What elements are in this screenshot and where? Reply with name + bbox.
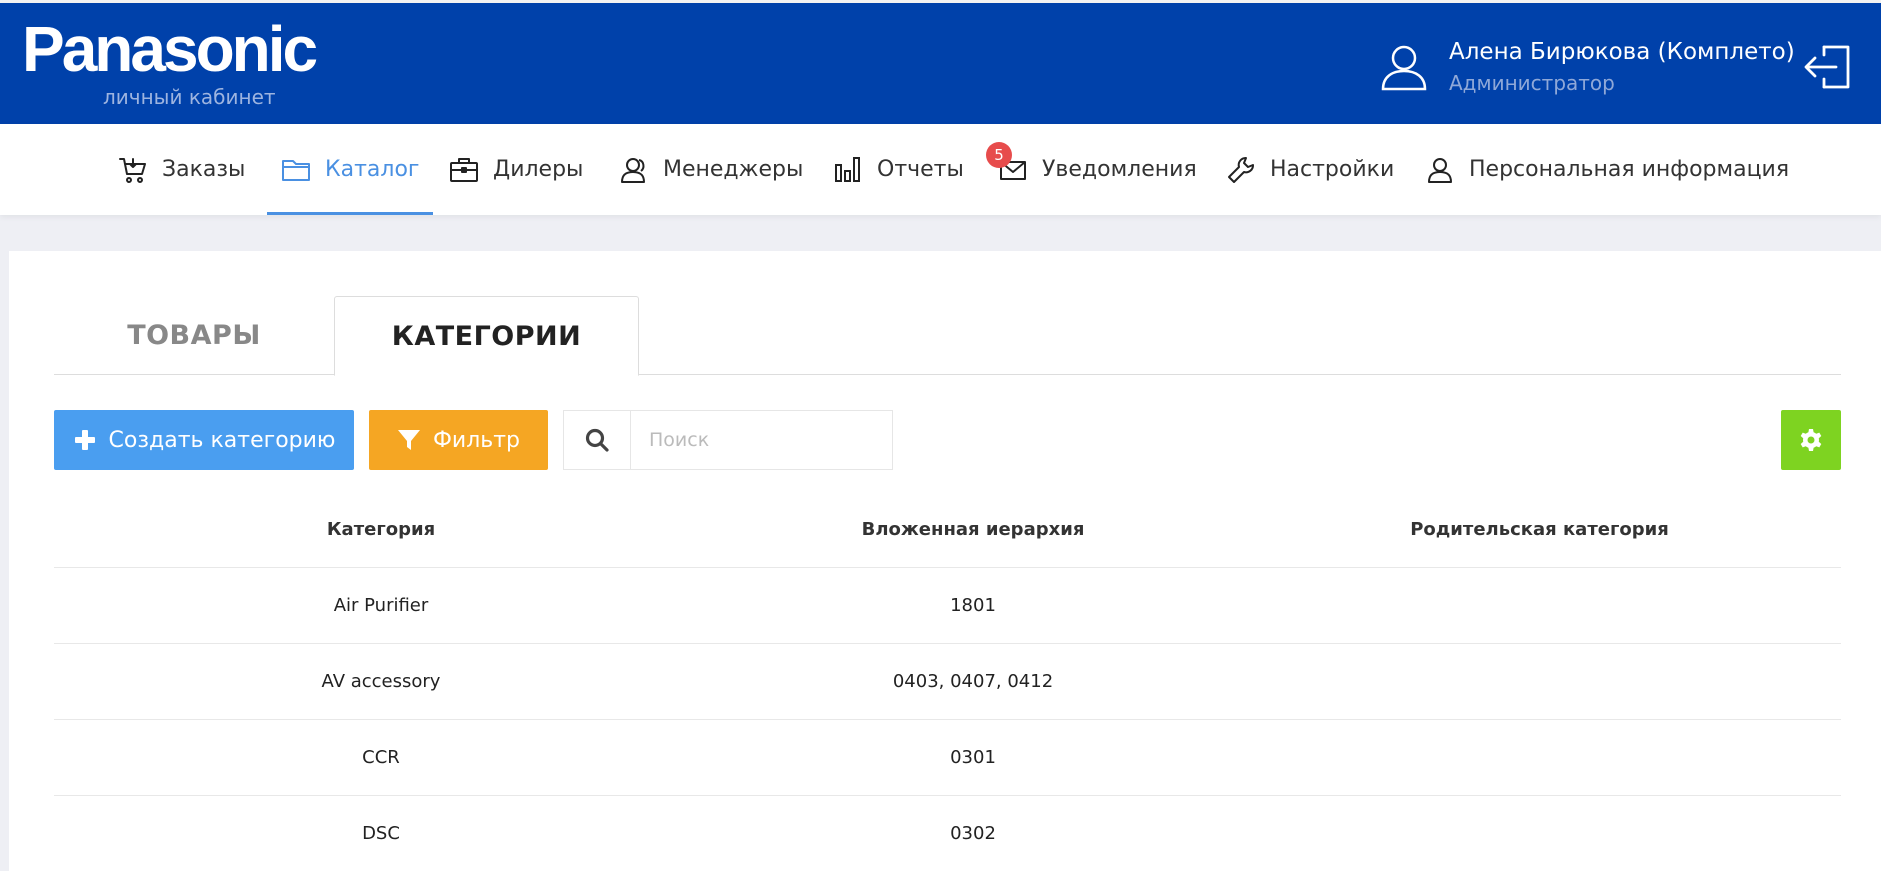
column-header-parent[interactable]: Родительская категория: [1238, 519, 1841, 540]
nav-item-label: Каталог: [325, 157, 420, 182]
person-icon: [1428, 157, 1452, 183]
user-role: Администратор: [1449, 71, 1615, 95]
nav-item-personal-info[interactable]: Персональная информация: [1425, 124, 1789, 215]
search-box: [563, 410, 893, 470]
filter-icon: [397, 430, 420, 450]
cell-category: Air Purifier: [333, 595, 429, 616]
table-row[interactable]: Air Purifier 1801: [54, 568, 1841, 644]
search-input[interactable]: [631, 411, 892, 469]
user-avatar-icon: [1381, 45, 1427, 91]
nav-item-catalog[interactable]: Каталог: [266, 124, 435, 215]
nav-item-label: Отчеты: [877, 157, 964, 182]
nav-item-label: Уведомления: [1042, 157, 1197, 182]
app-header: Panasonic личный кабинет Алена Бирюкова …: [0, 0, 1881, 124]
create-category-button[interactable]: Создать категорию: [54, 410, 354, 470]
nav-item-orders[interactable]: Заказы: [118, 124, 245, 215]
table-settings-button[interactable]: [1781, 410, 1841, 470]
filter-label: Фильтр: [432, 427, 521, 453]
cart-icon: [119, 157, 146, 183]
tab-goods[interactable]: ТОВАРЫ: [54, 296, 334, 375]
cell-category: CCR: [362, 747, 400, 768]
notifications-badge: 5: [986, 142, 1012, 168]
content-card: ТОВАРЫ КАТЕГОРИИ Создать категорию Фильт…: [9, 251, 1881, 871]
search-icon: [585, 428, 609, 452]
nav-item-settings[interactable]: Настройки: [1226, 124, 1394, 215]
nav-item-reports[interactable]: Отчеты: [833, 124, 964, 215]
cell-hierarchy: 0302: [950, 823, 996, 844]
cell-hierarchy: 0301: [950, 747, 996, 768]
cell-category: AV accessory: [321, 671, 441, 692]
filter-button[interactable]: Фильтр: [369, 410, 548, 470]
nav-item-managers[interactable]: Менеджеры: [619, 124, 803, 215]
nav-item-label: Персональная информация: [1469, 157, 1790, 182]
plus-icon: [74, 430, 95, 450]
create-category-label: Создать категорию: [108, 427, 336, 453]
column-header-category[interactable]: Категория: [54, 519, 708, 540]
user-name[interactable]: Алена Бирюкова (Комплето): [1449, 39, 1795, 65]
catalog-tabs: ТОВАРЫ КАТЕГОРИИ: [54, 296, 1841, 376]
table-row[interactable]: DSC 0302: [54, 796, 1841, 871]
wrench-icon: [1228, 156, 1254, 183]
column-header-hierarchy[interactable]: Вложенная иерархия: [708, 519, 1238, 540]
table-row[interactable]: AV accessory 0403, 0407, 0412: [54, 644, 1841, 720]
table-header-row: Категория Вложенная иерархия Родительска…: [54, 492, 1841, 568]
nav-item-label: Менеджеры: [663, 157, 804, 182]
nav-item-label: Заказы: [162, 157, 246, 182]
main-nav: Заказы Каталог Дилеры Менеджеры Отчеты 5…: [0, 124, 1881, 215]
cell-hierarchy: 0403, 0407, 0412: [892, 671, 1054, 692]
brand-subtitle: личный кабинет: [103, 85, 276, 109]
folder-icon: [282, 159, 310, 181]
nav-item-dealers[interactable]: Дилеры: [449, 124, 583, 215]
tab-categories[interactable]: КАТЕГОРИИ: [334, 296, 639, 376]
categories-table: Категория Вложенная иерархия Родительска…: [54, 492, 1841, 871]
users-icon: [621, 157, 645, 183]
cell-category: DSC: [362, 823, 400, 844]
cell-hierarchy: 1801: [950, 595, 996, 616]
briefcase-icon: [450, 157, 478, 182]
search-button[interactable]: [564, 411, 631, 469]
brand-logo[interactable]: Panasonic: [22, 17, 318, 81]
bar-chart-icon: [835, 156, 860, 182]
gear-icon: [1800, 429, 1822, 451]
nav-item-notifications[interactable]: 5 Уведомления: [986, 124, 1197, 215]
table-row[interactable]: CCR 0301: [54, 720, 1841, 796]
nav-item-label: Настройки: [1270, 157, 1395, 182]
nav-item-label: Дилеры: [493, 157, 584, 182]
logout-icon[interactable]: [1802, 41, 1854, 93]
